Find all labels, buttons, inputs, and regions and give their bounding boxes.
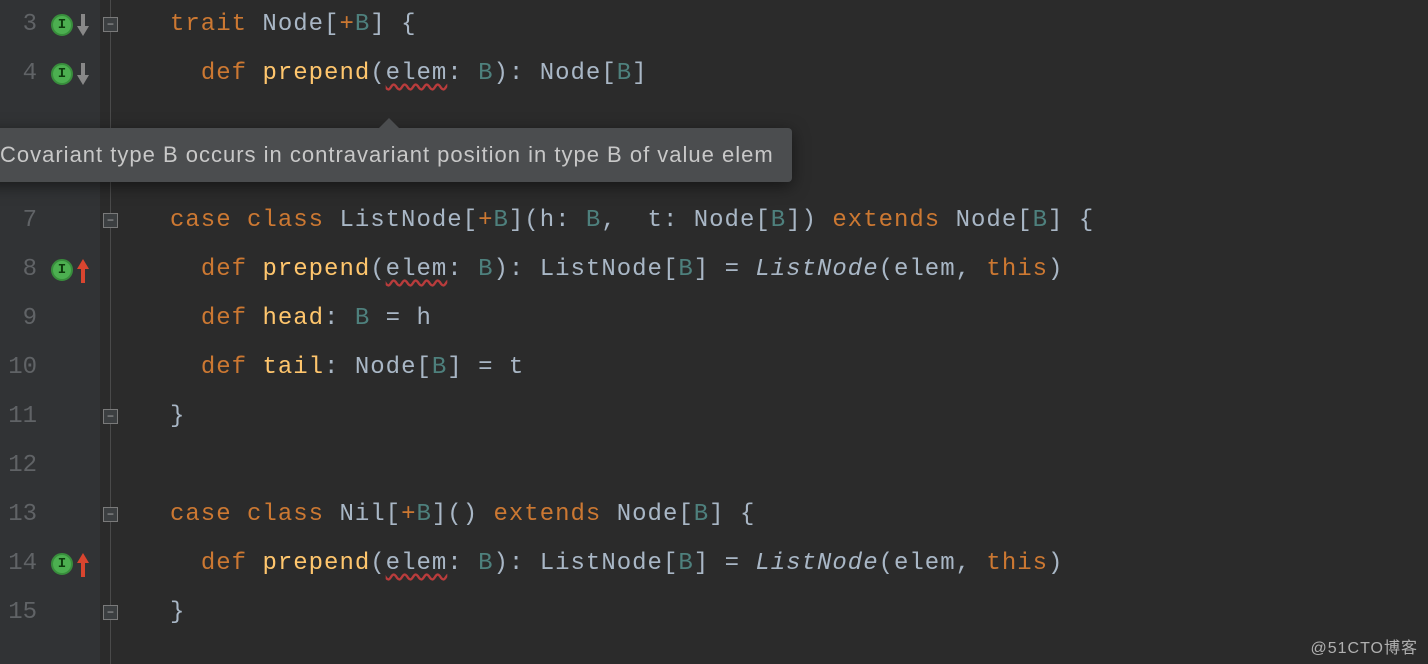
line-number: 4 <box>0 49 37 98</box>
fold-toggle-icon[interactable]: − <box>103 605 118 620</box>
error-underline: elem <box>386 60 448 87</box>
line-number-gutter: 3 4 6 7 8 9 10 11 12 13 14 15 <box>0 0 45 664</box>
line-number: 12 <box>0 441 37 490</box>
watermark: @51CTO博客 <box>1310 634 1418 658</box>
line-number: 14 <box>0 539 37 588</box>
code-line[interactable]: def prepend(elem: B): ListNode[B] = List… <box>170 245 1428 294</box>
line-number: 8 <box>0 245 37 294</box>
code-editor: 3 4 6 7 8 9 10 11 12 13 14 15 I I I I <box>0 0 1428 664</box>
override-down-icon[interactable]: I <box>51 61 87 87</box>
fold-gutter: − − − − − <box>100 0 140 664</box>
line-number: 13 <box>0 490 37 539</box>
fold-toggle-icon[interactable]: − <box>103 409 118 424</box>
code-line[interactable]: def head: B = h <box>170 294 1428 343</box>
code-line[interactable]: trait Node[+B] { <box>170 0 1428 49</box>
line-number: 10 <box>0 343 37 392</box>
line-number: 9 <box>0 294 37 343</box>
fold-toggle-icon[interactable]: − <box>103 17 118 32</box>
code-line[interactable]: def tail: Node[B] = t <box>170 343 1428 392</box>
line-number: 11 <box>0 392 37 441</box>
line-number: 7 <box>0 196 37 245</box>
code-line[interactable]: } <box>170 392 1428 441</box>
code-line[interactable]: } <box>170 588 1428 637</box>
line-number: 15 <box>0 588 37 637</box>
error-underline: elem <box>386 256 448 283</box>
line-number: 3 <box>0 0 37 49</box>
fold-toggle-icon[interactable]: − <box>103 507 118 522</box>
code-line[interactable]: case class Nil[+B]() extends Node[B] { <box>170 490 1428 539</box>
code-area[interactable]: trait Node[+B] { def prepend(elem: B): N… <box>140 0 1428 664</box>
error-tooltip: Covariant type B occurs in contravariant… <box>0 128 792 182</box>
code-line[interactable]: def prepend(elem: B): ListNode[B] = List… <box>170 539 1428 588</box>
marker-gutter: I I I I <box>45 0 100 664</box>
override-up-icon[interactable]: I <box>51 551 87 577</box>
code-line[interactable] <box>170 441 1428 490</box>
code-line[interactable]: case class ListNode[+B](h: B, t: Node[B]… <box>170 196 1428 245</box>
fold-toggle-icon[interactable]: − <box>103 213 118 228</box>
override-down-icon[interactable]: I <box>51 12 87 38</box>
code-line[interactable]: def prepend(elem: B): Node[B] <box>170 49 1428 98</box>
override-up-icon[interactable]: I <box>51 257 87 283</box>
error-underline: elem <box>386 550 448 577</box>
